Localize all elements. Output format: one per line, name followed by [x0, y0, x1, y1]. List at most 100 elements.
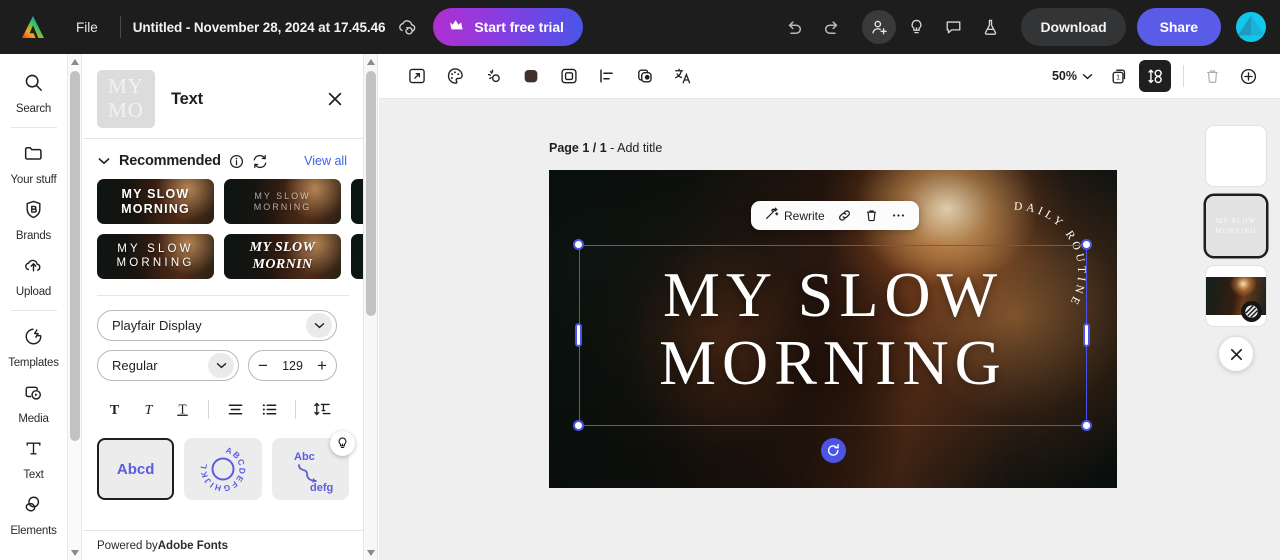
preset-line-2: MORNING — [116, 256, 195, 269]
rotate-handle[interactable] — [821, 438, 846, 463]
start-free-trial-button[interactable]: Start free trial — [433, 8, 583, 46]
more-horizontal-icon[interactable] — [887, 204, 910, 228]
rail-scroll-thumb[interactable] — [70, 71, 80, 441]
color-swatch-icon[interactable] — [515, 60, 547, 92]
layers-icon[interactable] — [629, 60, 661, 92]
comment-icon[interactable] — [936, 10, 970, 44]
chevron-down-icon — [208, 353, 234, 378]
rewrite-button[interactable]: Rewrite — [760, 204, 829, 228]
text-shape-straight[interactable]: Abcd — [97, 438, 175, 500]
list-button[interactable] — [252, 394, 286, 424]
page-thumb-3[interactable] — [1206, 266, 1266, 326]
resize-handle-right[interactable] — [1083, 323, 1090, 347]
delete-page-button[interactable] — [1196, 60, 1228, 92]
link-icon[interactable] — [833, 204, 856, 228]
info-icon[interactable] — [229, 154, 244, 169]
thumb-line-2: MORNING — [1215, 227, 1257, 235]
font-preset-2[interactable]: MY SLOW MORNING — [224, 179, 341, 224]
sidebar-label: Upload — [15, 286, 52, 298]
view-all-link[interactable]: View all — [304, 154, 347, 168]
palette-icon[interactable] — [439, 60, 471, 92]
adobe-express-logo[interactable] — [0, 15, 66, 39]
bold-button[interactable]: T — [97, 394, 131, 424]
align-left-icon[interactable] — [591, 60, 623, 92]
canvas-toolbar: 50% 1 — [379, 54, 1280, 99]
underline-button[interactable]: T — [165, 394, 199, 424]
sidebar-label: Media — [18, 413, 49, 425]
page-thumb-2[interactable]: MY SLOW MORNING — [1206, 196, 1266, 256]
divider — [208, 399, 209, 419]
sidebar-item-templates[interactable]: Templates — [3, 318, 65, 374]
animate-icon[interactable] — [477, 60, 509, 92]
sidebar-item-media[interactable]: Media — [3, 374, 65, 430]
cloud-sync-icon[interactable] — [397, 18, 417, 36]
add-page-button[interactable] — [1232, 60, 1264, 92]
sidebar-item-search[interactable]: Search — [3, 64, 65, 120]
chevron-down-icon[interactable] — [97, 157, 111, 165]
lightbulb-icon[interactable] — [899, 10, 933, 44]
translate-icon[interactable] — [667, 60, 699, 92]
page-title-label[interactable]: Page 1 / 1 - Add title — [549, 141, 662, 155]
avatar[interactable] — [1236, 12, 1266, 42]
sidebar-item-your-stuff[interactable]: Your stuff — [3, 135, 65, 191]
lightbulb-icon[interactable] — [330, 431, 356, 456]
italic-button[interactable]: T — [131, 394, 165, 424]
resize-handle-bottom-left[interactable] — [573, 420, 584, 431]
folder-icon — [23, 143, 44, 169]
sidebar-item-brands[interactable]: Brands — [3, 191, 65, 247]
sidebar-label: Your stuff — [10, 174, 57, 186]
document-title[interactable]: Untitled - November 28, 2024 at 17.45.46 — [133, 20, 386, 35]
share-button[interactable]: Share — [1136, 8, 1221, 46]
panel-scrollbar[interactable] — [364, 54, 378, 560]
sidebar-item-text[interactable]: Text — [3, 430, 65, 486]
spacing-button[interactable] — [305, 394, 339, 424]
font-style-select[interactable]: Regular — [97, 350, 239, 381]
rail-scrollbar[interactable] — [68, 54, 82, 560]
font-size-value[interactable]: 129 — [277, 359, 308, 373]
resize-handle-left[interactable] — [575, 323, 582, 347]
page-count-button[interactable]: 1 — [1103, 60, 1135, 92]
download-button[interactable]: Download — [1021, 8, 1126, 46]
flask-icon[interactable] — [973, 10, 1007, 44]
file-menu-button[interactable]: File — [66, 15, 108, 40]
align-button[interactable] — [218, 394, 252, 424]
format-buttons-row: T T T — [97, 394, 349, 424]
font-preset-6[interactable]: M M — [351, 234, 363, 279]
decrease-font-size-button[interactable]: − — [249, 351, 277, 380]
close-pages-panel-button[interactable] — [1219, 337, 1253, 371]
sidebar-item-upload[interactable]: Upload — [3, 247, 65, 303]
font-preset-5[interactable]: MY SLOW MORNIN — [224, 234, 341, 279]
text-shape-circle[interactable]: ABCDEFGHIJKL — [184, 438, 262, 500]
undo-icon[interactable] — [777, 10, 811, 44]
panel-scroll-thumb[interactable] — [366, 71, 376, 316]
font-presets-grid: MY SLOW MORNING MY SLOW MORNING MY SLOW … — [83, 179, 363, 279]
scroll-up-arrow[interactable] — [68, 55, 82, 68]
svg-text:defg: defg — [310, 482, 333, 494]
page-thumb-1[interactable] — [1206, 126, 1266, 186]
panel-header: MY MO Text — [83, 54, 363, 130]
scroll-up-arrow[interactable] — [364, 55, 378, 68]
font-preset-1[interactable]: MY SLOW MORNING — [97, 179, 214, 224]
scroll-down-arrow[interactable] — [68, 546, 82, 559]
resize-handle-top-left[interactable] — [573, 239, 584, 250]
shadow-square-icon[interactable] — [553, 60, 585, 92]
resize-handle-bottom-right[interactable] — [1081, 420, 1092, 431]
increase-font-size-button[interactable]: + — [308, 351, 336, 380]
scroll-down-arrow[interactable] — [364, 546, 378, 559]
resize-handle-top-right[interactable] — [1081, 239, 1092, 250]
resize-icon[interactable] — [401, 60, 433, 92]
font-preset-4[interactable]: MY SLOW MORNING — [97, 234, 214, 279]
font-preset-3[interactable]: M M — [351, 179, 363, 224]
sidebar-item-elements[interactable]: Elements — [3, 486, 65, 542]
svg-text:T: T — [109, 402, 119, 418]
add-person-icon[interactable] — [862, 10, 897, 44]
close-icon[interactable] — [321, 85, 349, 113]
zoom-select[interactable]: 50% — [1043, 63, 1099, 89]
grid-view-button[interactable] — [1139, 60, 1171, 92]
font-family-select[interactable]: Playfair Display — [97, 310, 337, 341]
refresh-icon[interactable] — [252, 154, 268, 169]
text-shape-curve[interactable]: Abc defg — [271, 431, 356, 500]
pattern-icon[interactable] — [1241, 301, 1262, 322]
trash-icon[interactable] — [860, 204, 883, 228]
redo-icon[interactable] — [814, 10, 848, 44]
